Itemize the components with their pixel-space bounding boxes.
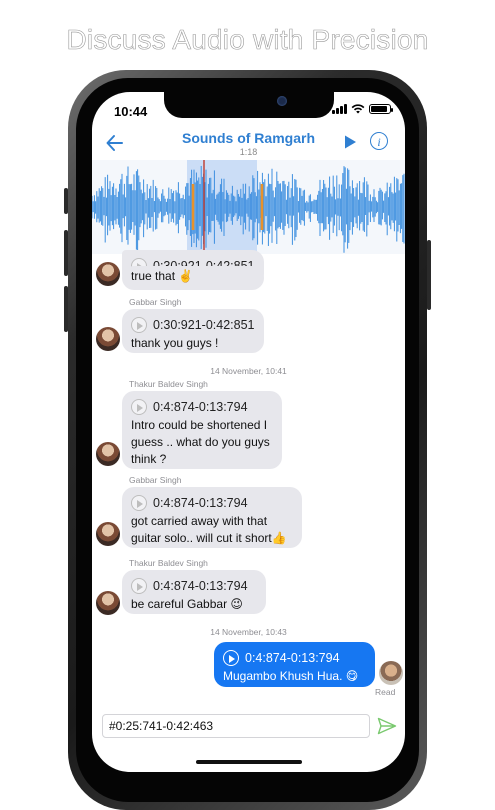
message-input[interactable]: #0:25:741-0:42:463 — [102, 714, 370, 738]
my-avatar[interactable] — [379, 661, 403, 685]
avatar[interactable] — [96, 442, 120, 466]
battery-icon — [369, 104, 393, 114]
play-clip-icon[interactable] — [131, 399, 147, 415]
nav-title: Sounds of Ramgarh — [181, 130, 315, 146]
play-icon[interactable] — [342, 134, 358, 150]
message-bubble[interactable]: 0:30:921-0:42:851 thank you guys ! — [122, 309, 264, 353]
play-clip-icon[interactable] — [131, 317, 147, 333]
avatar[interactable] — [96, 591, 120, 615]
nav-bar: Sounds of Ramgarh 1:18 i — [92, 122, 405, 160]
avatar[interactable] — [96, 327, 120, 351]
audio-clip-link[interactable]: 0:4:874-0:13:794 — [131, 493, 293, 513]
app-screen: 10:44 Sounds of Ramgarh 1:18 i 0:30:921-… — [92, 92, 405, 772]
message-text-line: think ? — [131, 452, 167, 466]
message-text-bubble: true that ✌️ — [122, 266, 264, 290]
message-bubble[interactable]: 0:4:874-0:13:794 got carried away with t… — [122, 487, 302, 548]
play-clip-icon[interactable] — [131, 578, 147, 594]
waveform-graphic — [92, 160, 405, 254]
avatar[interactable] — [96, 522, 120, 546]
sender-name: Gabbar Singh — [129, 297, 182, 307]
sender-name: Gabbar Singh — [129, 475, 182, 485]
message-bubble[interactable]: 0:4:874-0:13:794 Intro could be shortene… — [122, 391, 282, 469]
play-clip-icon[interactable] — [131, 495, 147, 511]
message-text: be careful Gabbar 😉 — [131, 597, 243, 611]
audio-clip-link[interactable]: 0:30:921-0:42:851 — [131, 315, 255, 335]
my-message-bubble[interactable]: 0:4:874-0:13:794 Mugambo Khush Hua. 😋 — [214, 642, 375, 687]
clip-range: 0:30:921-0:42:851 — [153, 317, 255, 332]
date-separator: 14 November, 10:41 — [210, 366, 287, 376]
audio-clip-link[interactable]: 0:4:874-0:13:794 — [131, 576, 257, 596]
sender-name: Thakur Baldev Singh — [129, 558, 208, 568]
play-clip-icon[interactable] — [223, 650, 239, 666]
wifi-icon — [351, 104, 365, 114]
home-indicator — [196, 760, 302, 764]
message-text: true that ✌️ — [131, 269, 194, 283]
audio-clip-link[interactable]: 0:4:874-0:13:794 — [223, 648, 366, 668]
info-icon[interactable]: i — [370, 132, 388, 150]
message-composer: #0:25:741-0:42:463 — [92, 709, 405, 743]
clip-range: 0:4:874-0:13:794 — [245, 650, 340, 665]
volume-down-button — [64, 286, 68, 332]
message-text: thank you guys ! — [131, 336, 219, 350]
mute-switch — [64, 188, 68, 214]
read-receipt: Read — [375, 687, 396, 697]
audio-waveform[interactable] — [92, 160, 405, 254]
notch — [164, 92, 334, 118]
clip-range: 0:4:874-0:13:794 — [153, 399, 248, 414]
avatar[interactable] — [96, 262, 120, 286]
message-text-line: guess .. what do you guys — [131, 435, 270, 449]
message-text: Mugambo Khush Hua. 😋 — [223, 669, 359, 683]
power-button — [427, 240, 431, 310]
audio-clip-link[interactable]: 0:4:874-0:13:794 — [131, 397, 273, 417]
front-camera — [277, 96, 287, 106]
chat-thread: 0:30:921-0:42:851 true that ✌️ Gabbar Si… — [92, 250, 405, 709]
sender-name: Thakur Baldev Singh — [129, 379, 208, 389]
nav-duration: 1:18 — [239, 147, 258, 157]
message-text-line: Intro could be shortened I — [131, 418, 268, 432]
promo-headline: Discuss Audio with Precision — [66, 24, 429, 56]
volume-up-button — [64, 230, 68, 276]
clip-range: 0:4:874-0:13:794 — [153, 495, 248, 510]
status-time: 10:44 — [114, 104, 148, 119]
date-separator: 14 November, 10:43 — [210, 627, 287, 637]
message-text-line: guitar solo.. will cut it short👍 — [131, 531, 287, 545]
cellular-signal-icon — [332, 104, 347, 114]
message-text-line: got carried away with that — [131, 514, 268, 528]
message-bubble[interactable]: 0:4:874-0:13:794 be careful Gabbar 😉 — [122, 570, 266, 614]
clip-range: 0:4:874-0:13:794 — [153, 578, 248, 593]
send-icon[interactable] — [377, 717, 397, 735]
status-icons — [332, 104, 393, 114]
